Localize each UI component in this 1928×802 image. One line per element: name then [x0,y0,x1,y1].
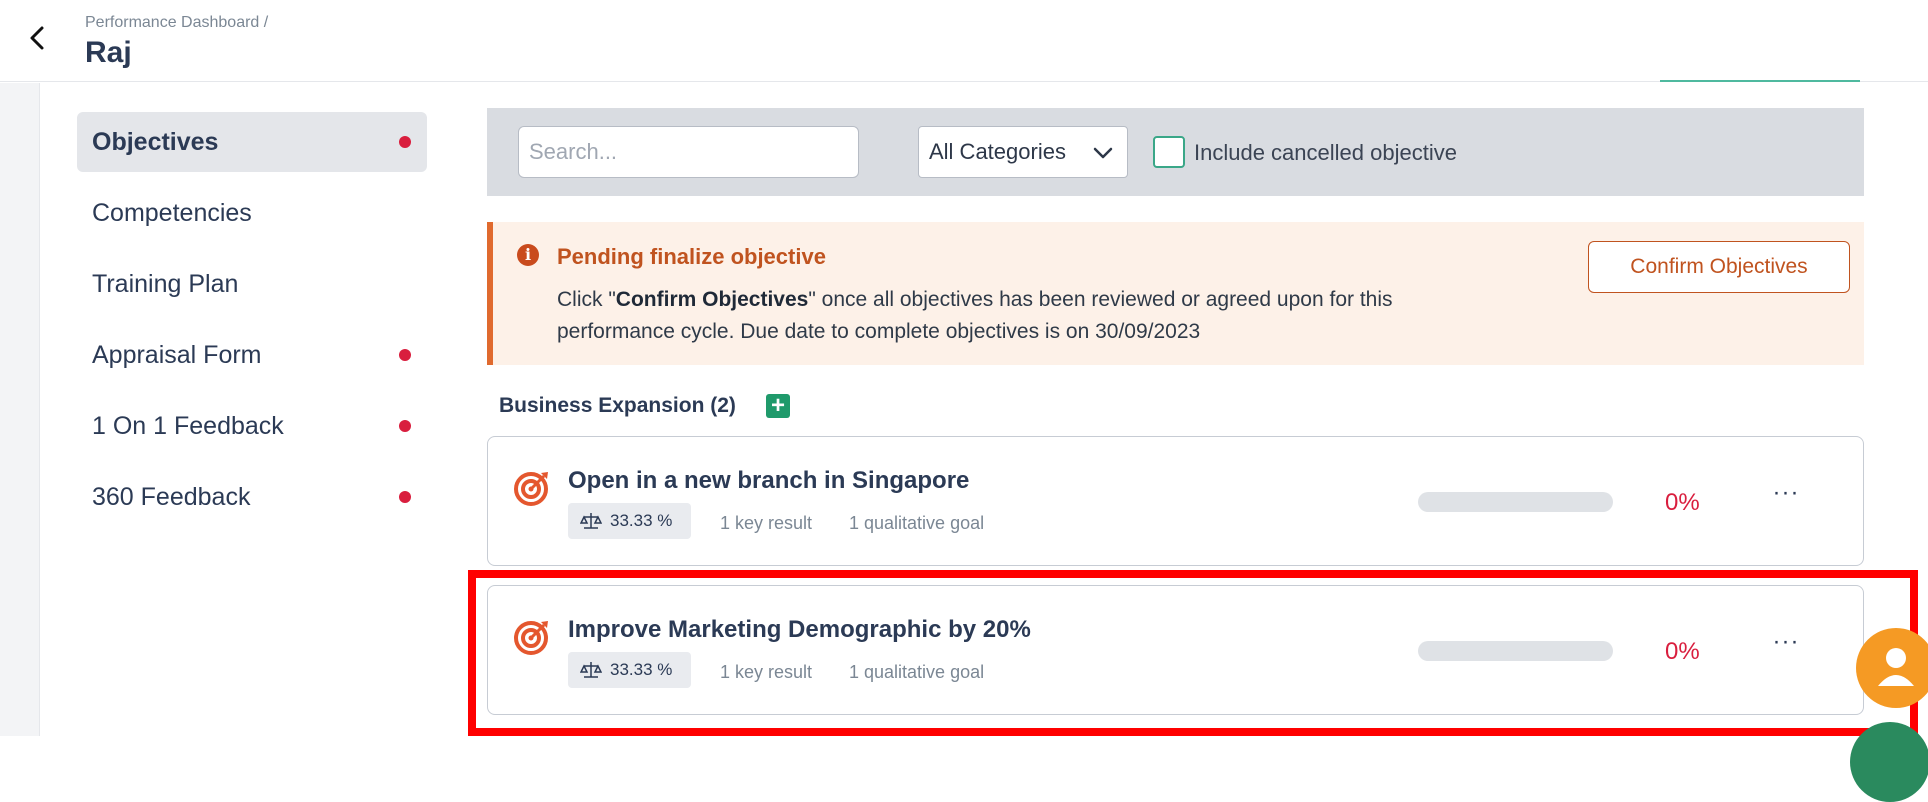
alert-message: Click "Confirm Objectives" once all obje… [557,288,1393,343]
key-result-count: 1 key result [720,513,813,533]
filter-bar: All Categories Include cancelled objecti… [487,108,1864,196]
sidebar-item-1on1-feedback[interactable]: 1 On 1 Feedback [77,396,427,456]
top-bar: Performance Dashboard / Raj [0,0,1928,82]
add-objective-button[interactable]: + [766,394,790,418]
qualitative-goal-count: 1 qualitative goal [849,662,985,682]
sidebar-item-label: Training Plan [92,269,239,298]
include-cancelled-checkbox[interactable] [1153,136,1185,168]
sidebar-item-label: 360 Feedback [92,482,251,511]
sidebar-item-appraisal-form[interactable]: Appraisal Form [77,325,427,385]
key-result-count: 1 key result [720,662,813,682]
progress-bar [1418,492,1613,512]
objective-card[interactable]: Improve Marketing Demographic by 20% 33.… [487,585,1864,715]
info-icon: i [517,244,539,266]
scale-icon [580,662,602,678]
qualitative-goal-count: 1 qualitative goal [849,513,985,533]
search-input[interactable] [518,126,859,178]
weight-badge: 33.33 % [568,503,691,539]
notification-dot [399,491,411,503]
category-select-value: All Categories [929,139,1066,164]
sidebar: Objectives Competencies Training Plan Ap… [77,112,427,538]
objective-card[interactable]: Open in a new branch in Singapore 33.33 … [487,436,1864,566]
confirm-objectives-button[interactable]: Confirm Objectives [1588,241,1850,293]
more-options-icon[interactable]: ··· [1768,479,1804,509]
notification-dot [399,136,411,148]
breadcrumb[interactable]: Performance Dashboard / [85,14,268,32]
target-icon [514,621,548,655]
sidebar-item-label: Appraisal Form [92,340,262,369]
pending-alert: i Pending finalize objective Click "Conf… [487,222,1864,365]
sidebar-item-label: Competencies [92,198,252,227]
user-icon [1878,648,1914,686]
category-select[interactable]: All Categories [918,126,1128,178]
group-title: Business Expansion (2) [499,394,736,417]
sidebar-item-label: Objectives [92,127,219,156]
alert-message-bold: Confirm Objectives [615,288,809,311]
sidebar-item-360-feedback[interactable]: 360 Feedback [77,467,427,527]
back-arrow-icon[interactable] [22,22,54,54]
progress-bar [1418,641,1613,661]
chevron-down-icon [1093,147,1113,159]
progress-percent: 0% [1665,489,1700,516]
sidebar-item-competencies[interactable]: Competencies [77,183,427,243]
sidebar-item-training-plan[interactable]: Training Plan [77,254,427,314]
more-options-icon[interactable]: ··· [1768,628,1804,658]
alert-title: Pending finalize objective [557,244,826,269]
notification-dot [399,420,411,432]
objective-title: Improve Marketing Demographic by 20% [568,616,1031,643]
weight-value: 33.33 % [610,511,673,530]
left-gutter [0,83,40,736]
progress-percent: 0% [1665,638,1700,665]
sidebar-item-label: 1 On 1 Feedback [92,411,284,440]
objective-title: Open in a new branch in Singapore [568,467,970,494]
tab-underline [1660,80,1860,82]
include-cancelled-label[interactable]: Include cancelled objective [1194,140,1457,166]
weight-badge: 33.33 % [568,652,691,688]
weight-value: 33.33 % [610,660,673,679]
scale-icon [580,513,602,529]
chat-assistant-button[interactable] [1856,628,1928,708]
target-icon [514,472,548,506]
page-title: Raj [85,36,132,69]
sidebar-item-objectives[interactable]: Objectives [77,112,427,172]
help-button[interactable] [1850,722,1928,802]
notification-dot [399,349,411,361]
